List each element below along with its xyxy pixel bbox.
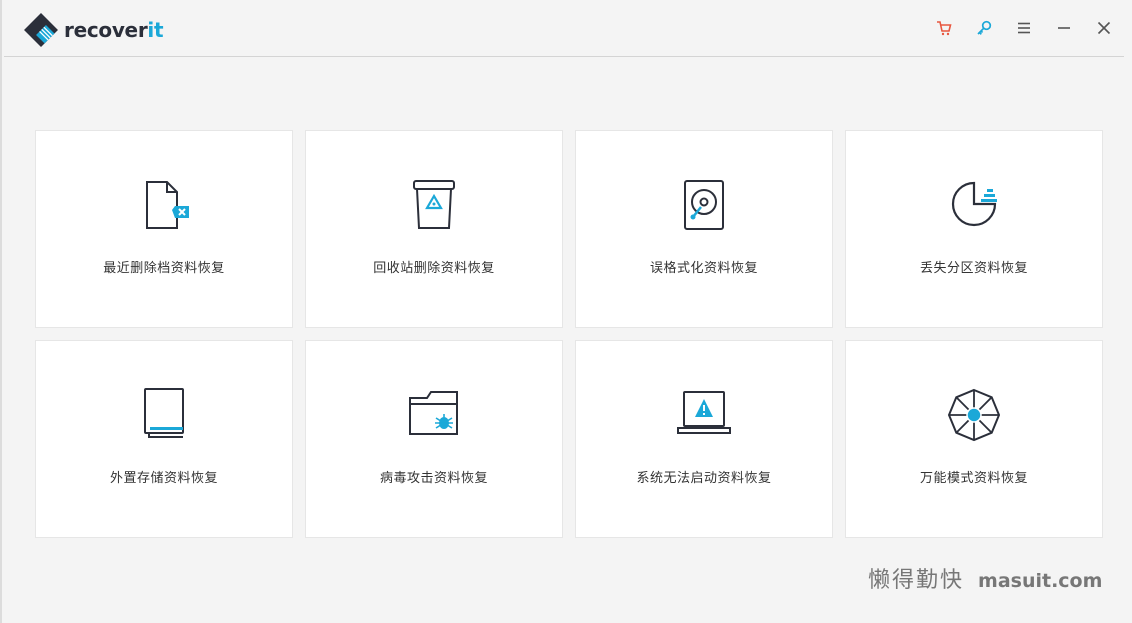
key-icon bbox=[977, 20, 992, 35]
minimize-icon bbox=[1058, 27, 1070, 29]
card-label: 误格式化资料恢复 bbox=[649, 261, 758, 276]
card-label: 丢失分区资料恢复 bbox=[919, 261, 1028, 276]
card-external-device[interactable]: 外置存储资料恢复 bbox=[35, 340, 293, 538]
app-name: recoverit bbox=[64, 18, 164, 42]
crashed-computer-icon bbox=[677, 391, 731, 434]
card-label: 回收站删除资料恢复 bbox=[373, 261, 495, 276]
card-label: 系统无法启动资料恢复 bbox=[636, 471, 772, 486]
app-window: recoverit 最近删除档资料恢复 回收站删除资料恢复 误格式化资料恢复 丢… bbox=[0, 0, 1132, 623]
watermark-en: masuit.com bbox=[978, 570, 1103, 592]
close-button[interactable] bbox=[1084, 8, 1124, 48]
title-bar: recoverit bbox=[4, 0, 1124, 57]
deleted-file-icon bbox=[146, 181, 189, 229]
card-label: 外置存储资料恢复 bbox=[109, 471, 218, 486]
app-logo: recoverit bbox=[24, 13, 164, 47]
menu-button[interactable] bbox=[1004, 8, 1044, 48]
virus-folder-icon bbox=[409, 391, 458, 435]
recycle-bin-icon bbox=[413, 180, 455, 229]
register-key-button[interactable] bbox=[964, 8, 1004, 48]
watermark-cn: 懒得勤快 bbox=[868, 568, 965, 593]
partition-icon bbox=[951, 181, 999, 227]
watermark: 懒得勤快 masuit.com bbox=[868, 562, 1102, 594]
cart-icon bbox=[937, 21, 952, 36]
card-deleted-files[interactable]: 最近删除档资料恢复 bbox=[35, 130, 293, 328]
card-label: 万能模式资料恢复 bbox=[919, 471, 1028, 486]
card-label: 最近删除档资料恢复 bbox=[103, 261, 225, 276]
all-around-icon bbox=[947, 388, 1001, 442]
card-lost-partition[interactable]: 丢失分区资料恢复 bbox=[845, 130, 1103, 328]
card-virus-attack[interactable]: 病毒攻击资料恢复 bbox=[305, 340, 563, 538]
card-recycle-bin[interactable]: 回收站删除资料恢复 bbox=[305, 130, 563, 328]
card-formatted-drive[interactable]: 误格式化资料恢复 bbox=[575, 130, 833, 328]
window-controls bbox=[924, 0, 1124, 56]
card-crashed-system[interactable]: 系统无法启动资料恢复 bbox=[575, 340, 833, 538]
external-device-icon bbox=[144, 388, 184, 438]
hard-drive-icon bbox=[684, 180, 724, 230]
card-label: 病毒攻击资料恢复 bbox=[379, 471, 488, 486]
card-all-around[interactable]: 万能模式资料恢复 bbox=[845, 340, 1103, 538]
recoverit-logo-icon bbox=[24, 13, 58, 47]
recovery-mode-grid: 最近删除档资料恢复 回收站删除资料恢复 误格式化资料恢复 丢失分区资料恢复 外置… bbox=[35, 130, 1103, 538]
minimize-button[interactable] bbox=[1044, 8, 1084, 48]
cart-button[interactable] bbox=[924, 8, 964, 48]
close-icon bbox=[1097, 21, 1111, 35]
menu-icon bbox=[1018, 22, 1030, 34]
